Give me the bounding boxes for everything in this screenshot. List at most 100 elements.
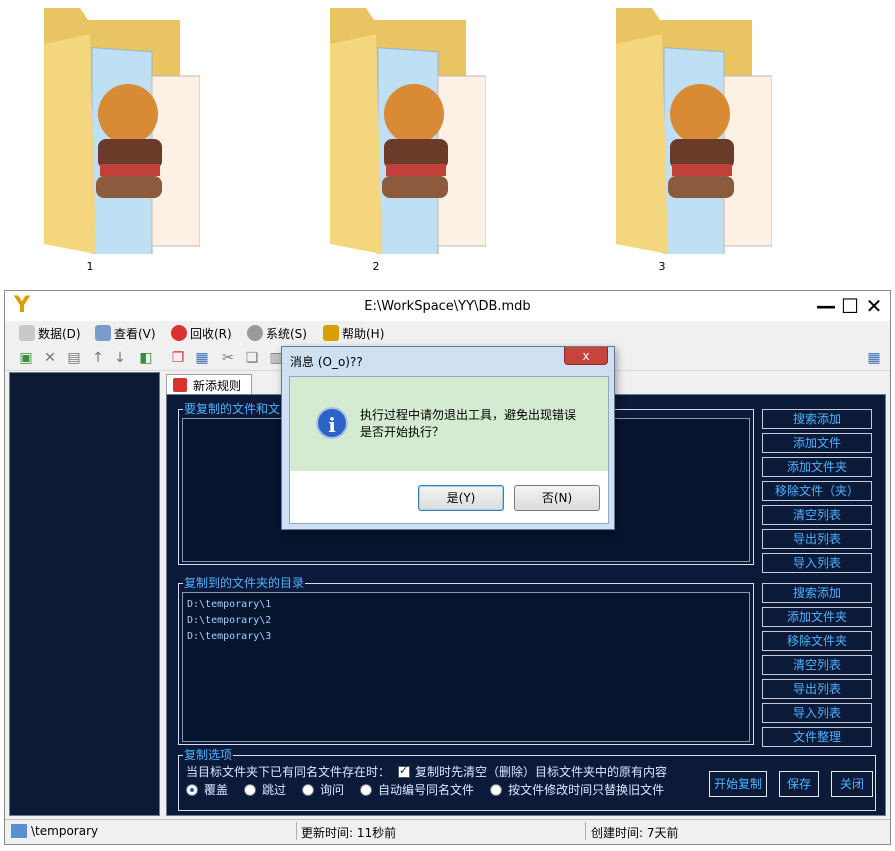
- menu-view-label: 查看(V): [114, 326, 156, 341]
- start-copy-button[interactable]: 开始复制: [709, 771, 767, 797]
- import-icon[interactable]: ◧: [137, 349, 155, 367]
- cut-icon[interactable]: ✂: [219, 349, 237, 367]
- list-icon[interactable]: ▤: [65, 349, 83, 367]
- radio-label: 跳过: [262, 783, 287, 797]
- dest-path-item[interactable]: D:\temporary\1: [187, 599, 271, 610]
- status-separator: [585, 822, 586, 840]
- menu-recycle-label: 回收(R): [190, 326, 232, 341]
- radio-auto-number[interactable]: 自动编号同名文件: [360, 781, 474, 798]
- dialog-close-button[interactable]: x: [564, 347, 608, 365]
- folder-label: 2: [372, 260, 380, 273]
- folder-3[interactable]: 3: [572, 0, 772, 280]
- radio-ask[interactable]: 询问: [302, 781, 344, 798]
- dest-add-folder-button[interactable]: 添加文件夹: [762, 607, 872, 627]
- radio-button[interactable]: [186, 783, 198, 796]
- folder-2[interactable]: 2: [286, 0, 486, 280]
- menu-bar: 数据(D) 查看(V) 回收(R) 系统(S) 帮助(H): [5, 321, 890, 345]
- radio-button[interactable]: [302, 783, 315, 796]
- tab-label: 新添规则: [193, 378, 242, 393]
- dialog-no-button[interactable]: 否(N): [514, 485, 600, 511]
- menu-data-label: 数据(D): [38, 326, 81, 341]
- new-icon[interactable]: ▣: [17, 349, 35, 367]
- radio-button[interactable]: [360, 783, 373, 796]
- options-row-2: 覆盖 跳过 询问 自动编号同名文件 按文件修改时间只替换旧文件: [186, 781, 680, 798]
- info-icon: i: [316, 407, 348, 439]
- status-updated: 更新时间: 11秒前: [301, 826, 397, 840]
- database-icon: [19, 325, 35, 341]
- source-add-file-button[interactable]: 添加文件: [762, 433, 872, 453]
- radio-overwrite[interactable]: 覆盖: [186, 781, 228, 798]
- radio-label: 覆盖: [204, 783, 229, 797]
- radio-label: 按文件修改时间只替换旧文件: [508, 783, 665, 797]
- radio-label: 自动编号同名文件: [378, 783, 475, 797]
- menu-data[interactable]: 数据(D): [19, 324, 81, 342]
- clear-first-label: 复制时先清空（删除）目标文件夹中的原有内容: [415, 765, 668, 779]
- layout-icon[interactable]: ▦: [865, 349, 883, 367]
- folder-label: 3: [658, 260, 666, 273]
- dest-path-item[interactable]: D:\temporary\3: [187, 631, 271, 642]
- dest-organize-button[interactable]: 文件整理: [762, 727, 872, 747]
- radio-button[interactable]: [244, 783, 257, 796]
- radio-skip[interactable]: 跳过: [244, 781, 286, 798]
- folder-status-icon: [11, 824, 27, 838]
- rule-list-panel[interactable]: [9, 372, 160, 816]
- gear-icon: [247, 325, 263, 341]
- close-button[interactable]: 关闭: [831, 771, 873, 797]
- folder-icon: [616, 8, 772, 254]
- folder-1[interactable]: 1: [0, 0, 200, 280]
- menu-help[interactable]: 帮助(H): [323, 324, 384, 342]
- dest-list[interactable]: D:\temporary\1 D:\temporary\2 D:\tempora…: [182, 592, 750, 742]
- folder-icon: [44, 8, 200, 254]
- source-export-button[interactable]: 导出列表: [762, 529, 872, 549]
- rule-icon: [173, 378, 187, 392]
- save-rule-icon[interactable]: ▦: [193, 349, 211, 367]
- move-down-icon[interactable]: ↓: [111, 349, 129, 367]
- help-icon: [323, 325, 339, 341]
- lifebuoy-icon: [171, 325, 187, 341]
- dialog-message-line: 是否开始执行？: [360, 425, 445, 439]
- menu-help-label: 帮助(H): [342, 326, 385, 341]
- radio-label: 询问: [320, 783, 345, 797]
- source-group-legend: 要复制的文件和文: [183, 402, 282, 416]
- menu-system-label: 系统(S): [266, 326, 307, 341]
- dest-remove-folder-button[interactable]: 移除文件夹: [762, 631, 872, 651]
- status-path: \temporary: [31, 824, 99, 838]
- radio-replace-older[interactable]: 按文件修改时间只替换旧文件: [490, 781, 664, 798]
- copy-icon[interactable]: ❏: [243, 349, 261, 367]
- dialog-yes-button[interactable]: 是(Y): [418, 485, 504, 511]
- source-remove-button[interactable]: 移除文件（夹）: [762, 481, 872, 501]
- conflict-prompt: 当目标文件夹下已有同名文件存在时：: [186, 765, 391, 779]
- dest-path-item[interactable]: D:\temporary\2: [187, 615, 271, 626]
- copy-rule-icon[interactable]: ❐: [169, 349, 187, 367]
- menu-system[interactable]: 系统(S): [247, 324, 307, 342]
- source-search-add-button[interactable]: 搜索添加: [762, 409, 872, 429]
- source-import-button[interactable]: 导入列表: [762, 553, 872, 573]
- menu-view[interactable]: 查看(V): [95, 324, 156, 342]
- folder-icon: [330, 8, 486, 254]
- dest-group-legend: 复制到的文件夹的目录: [183, 576, 306, 590]
- move-up-icon[interactable]: ↑: [89, 349, 107, 367]
- delete-icon[interactable]: ✕: [41, 349, 59, 367]
- clear-first-checkbox[interactable]: [398, 764, 411, 778]
- window-title: E:\WorkSpace\YY\DB.mdb: [364, 299, 531, 314]
- dest-search-add-button[interactable]: 搜索添加: [762, 583, 872, 603]
- minimize-button[interactable]: —: [815, 295, 837, 317]
- status-created: 创建时间: 7天前: [591, 826, 679, 840]
- options-row-1: 当目标文件夹下已有同名文件存在时： 复制时先清空（删除）目标文件夹中的原有内容: [186, 763, 667, 780]
- dest-group: 复制到的文件夹的目录 D:\temporary\1 D:\temporary\2…: [178, 576, 754, 745]
- radio-button[interactable]: [490, 783, 503, 796]
- dest-export-button[interactable]: 导出列表: [762, 679, 872, 699]
- source-clear-button[interactable]: 清空列表: [762, 505, 872, 525]
- dialog-message: 执行过程中请勿退出工具，避免出现错误 是否开始执行？: [360, 407, 576, 441]
- save-button[interactable]: 保存: [779, 771, 819, 797]
- dialog-message-line: 执行过程中请勿退出工具，避免出现错误: [360, 408, 577, 422]
- title-bar[interactable]: Y E:\WorkSpace\YY\DB.mdb — ☐ ✕: [5, 291, 890, 321]
- dest-import-button[interactable]: 导入列表: [762, 703, 872, 723]
- tab-new-rule[interactable]: 新添规则: [166, 374, 252, 395]
- dialog-title: 消息 (O_o)??: [290, 355, 363, 369]
- dest-clear-button[interactable]: 清空列表: [762, 655, 872, 675]
- maximize-button[interactable]: ☐: [839, 295, 861, 317]
- source-add-folder-button[interactable]: 添加文件夹: [762, 457, 872, 477]
- close-window-button[interactable]: ✕: [863, 295, 885, 317]
- menu-recycle[interactable]: 回收(R): [171, 324, 232, 342]
